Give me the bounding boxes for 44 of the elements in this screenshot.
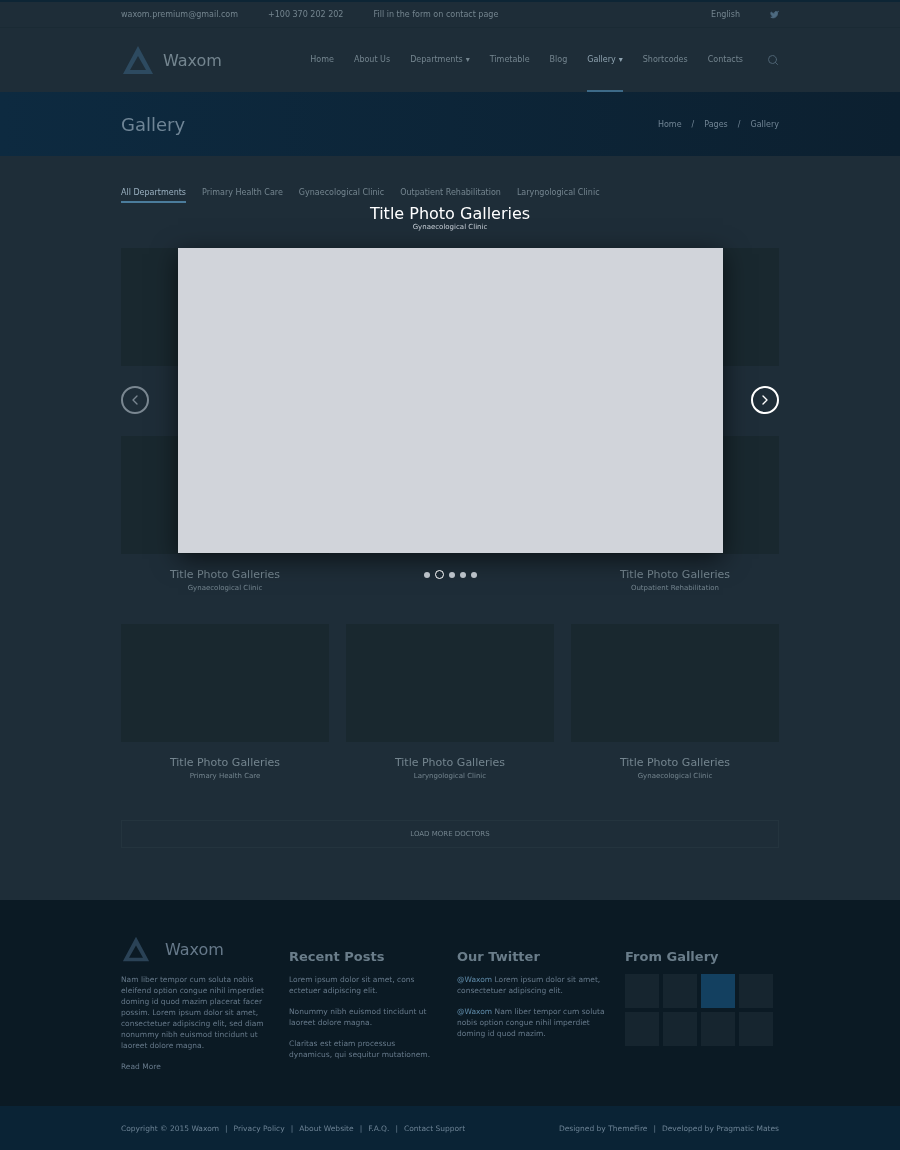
slide-dot[interactable] [470, 571, 477, 578]
gallery-item-title: Title Photo Galleries [619, 756, 731, 769]
section-heading: Recent Posts [289, 948, 386, 964]
slide-dot[interactable] [459, 571, 466, 578]
nav-link[interactable]: Timetable [489, 28, 530, 92]
nav-link[interactable]: Contacts [707, 28, 743, 92]
twitter-icon[interactable] [770, 10, 779, 19]
nav-link[interactable]: About Us [353, 28, 391, 92]
logo-icon [121, 935, 151, 963]
breadcrumb-link[interactable]: Gallery [750, 119, 779, 129]
filter-tab[interactable]: Gynaecological Clinic [298, 186, 385, 203]
breadcrumb-separator: / [691, 119, 695, 129]
logo-text: Waxom [163, 50, 222, 70]
gallery-item-title: Title Photo Galleries [169, 568, 281, 581]
page-title: Gallery [121, 113, 186, 135]
slide-dot[interactable] [423, 571, 430, 578]
filter-tab[interactable]: All Departments [121, 186, 187, 203]
contact-text: Fill in the form on contact page [373, 10, 499, 19]
breadcrumb-separator: / [737, 119, 741, 129]
language-selector[interactable]: English [711, 10, 740, 19]
email-text: waxom.premium@gmail.com [121, 10, 238, 19]
section-heading: From Gallery [625, 948, 720, 964]
section-heading: Our Twitter [457, 948, 541, 964]
slide-dot[interactable] [448, 571, 455, 578]
previous-button[interactable] [121, 386, 149, 414]
next-button[interactable] [751, 386, 779, 414]
nav-link[interactable]: Blog [549, 28, 568, 92]
filter-tab[interactable]: Primary Health Care [202, 186, 283, 203]
logo-icon [121, 44, 155, 76]
filter-tab[interactable]: Laryngological Clinic [516, 186, 600, 203]
filter-tab[interactable]: Outpatient Rehabilitation [400, 186, 501, 203]
gallery-thumbnail[interactable] [701, 974, 735, 1008]
breadcrumb-link[interactable]: Pages [704, 119, 728, 129]
logo-text: Waxom [165, 939, 224, 959]
nav-link[interactable]: Shortcodes [642, 28, 688, 92]
phone-text: +100 370 202 202 [268, 10, 344, 19]
gallery-item-title: Title Photo Galleries [169, 756, 281, 769]
lightbox-title: Title Photo Galleries [368, 204, 532, 223]
breadcrumb-link[interactable]: Home [657, 119, 682, 129]
gallery-item-title: Title Photo Galleries [394, 756, 506, 769]
nav-link[interactable]: Departments ▾ [410, 28, 470, 92]
nav-link[interactable]: Home [310, 28, 334, 92]
gallery-item-title: Title Photo Galleries [619, 568, 731, 581]
search-icon[interactable] [767, 54, 779, 66]
